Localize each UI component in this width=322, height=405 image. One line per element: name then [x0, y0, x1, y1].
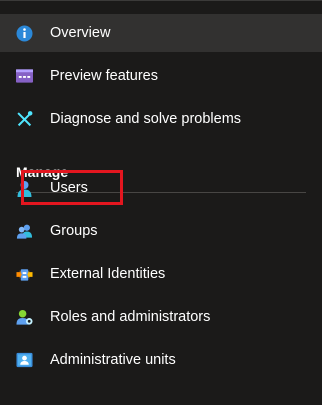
- nav-item-roles-and-administrators[interactable]: Roles and administrators: [0, 298, 322, 336]
- nav-item-diagnose-and-solve-problems[interactable]: Diagnose and solve problems: [0, 100, 322, 138]
- nav-item-overview[interactable]: Overview: [0, 14, 322, 52]
- nav-item-administrative-units[interactable]: Administrative units: [0, 341, 322, 379]
- tools-icon: [16, 111, 33, 128]
- nav-item-label: Users: [50, 179, 88, 196]
- nav-item-label: Administrative units: [50, 351, 176, 368]
- nav-item-label: Diagnose and solve problems: [50, 110, 242, 127]
- nav-item-label: External Identities: [50, 265, 166, 282]
- external-identities-icon: [16, 266, 33, 283]
- nav-item-label: Groups: [50, 222, 98, 239]
- nav-item-external-identities[interactable]: External Identities: [0, 255, 322, 293]
- user-icon: [16, 180, 33, 197]
- administrative-units-icon: [16, 352, 33, 369]
- roles-icon: [16, 309, 33, 326]
- nav-item-label: Overview: [50, 24, 111, 41]
- navigation-menu: Overview Preview features Diagnose and s…: [0, 0, 322, 405]
- nav-item-label: Preview features: [50, 67, 158, 84]
- nav-item-preview-features[interactable]: Preview features: [0, 57, 322, 95]
- info-icon: [16, 25, 33, 42]
- nav-item-label: Roles and administrators: [50, 308, 211, 325]
- nav-item-users[interactable]: Users: [0, 169, 322, 207]
- nav-item-groups[interactable]: Groups: [0, 212, 322, 250]
- groups-icon: [16, 223, 33, 240]
- preview-features-icon: [16, 68, 33, 85]
